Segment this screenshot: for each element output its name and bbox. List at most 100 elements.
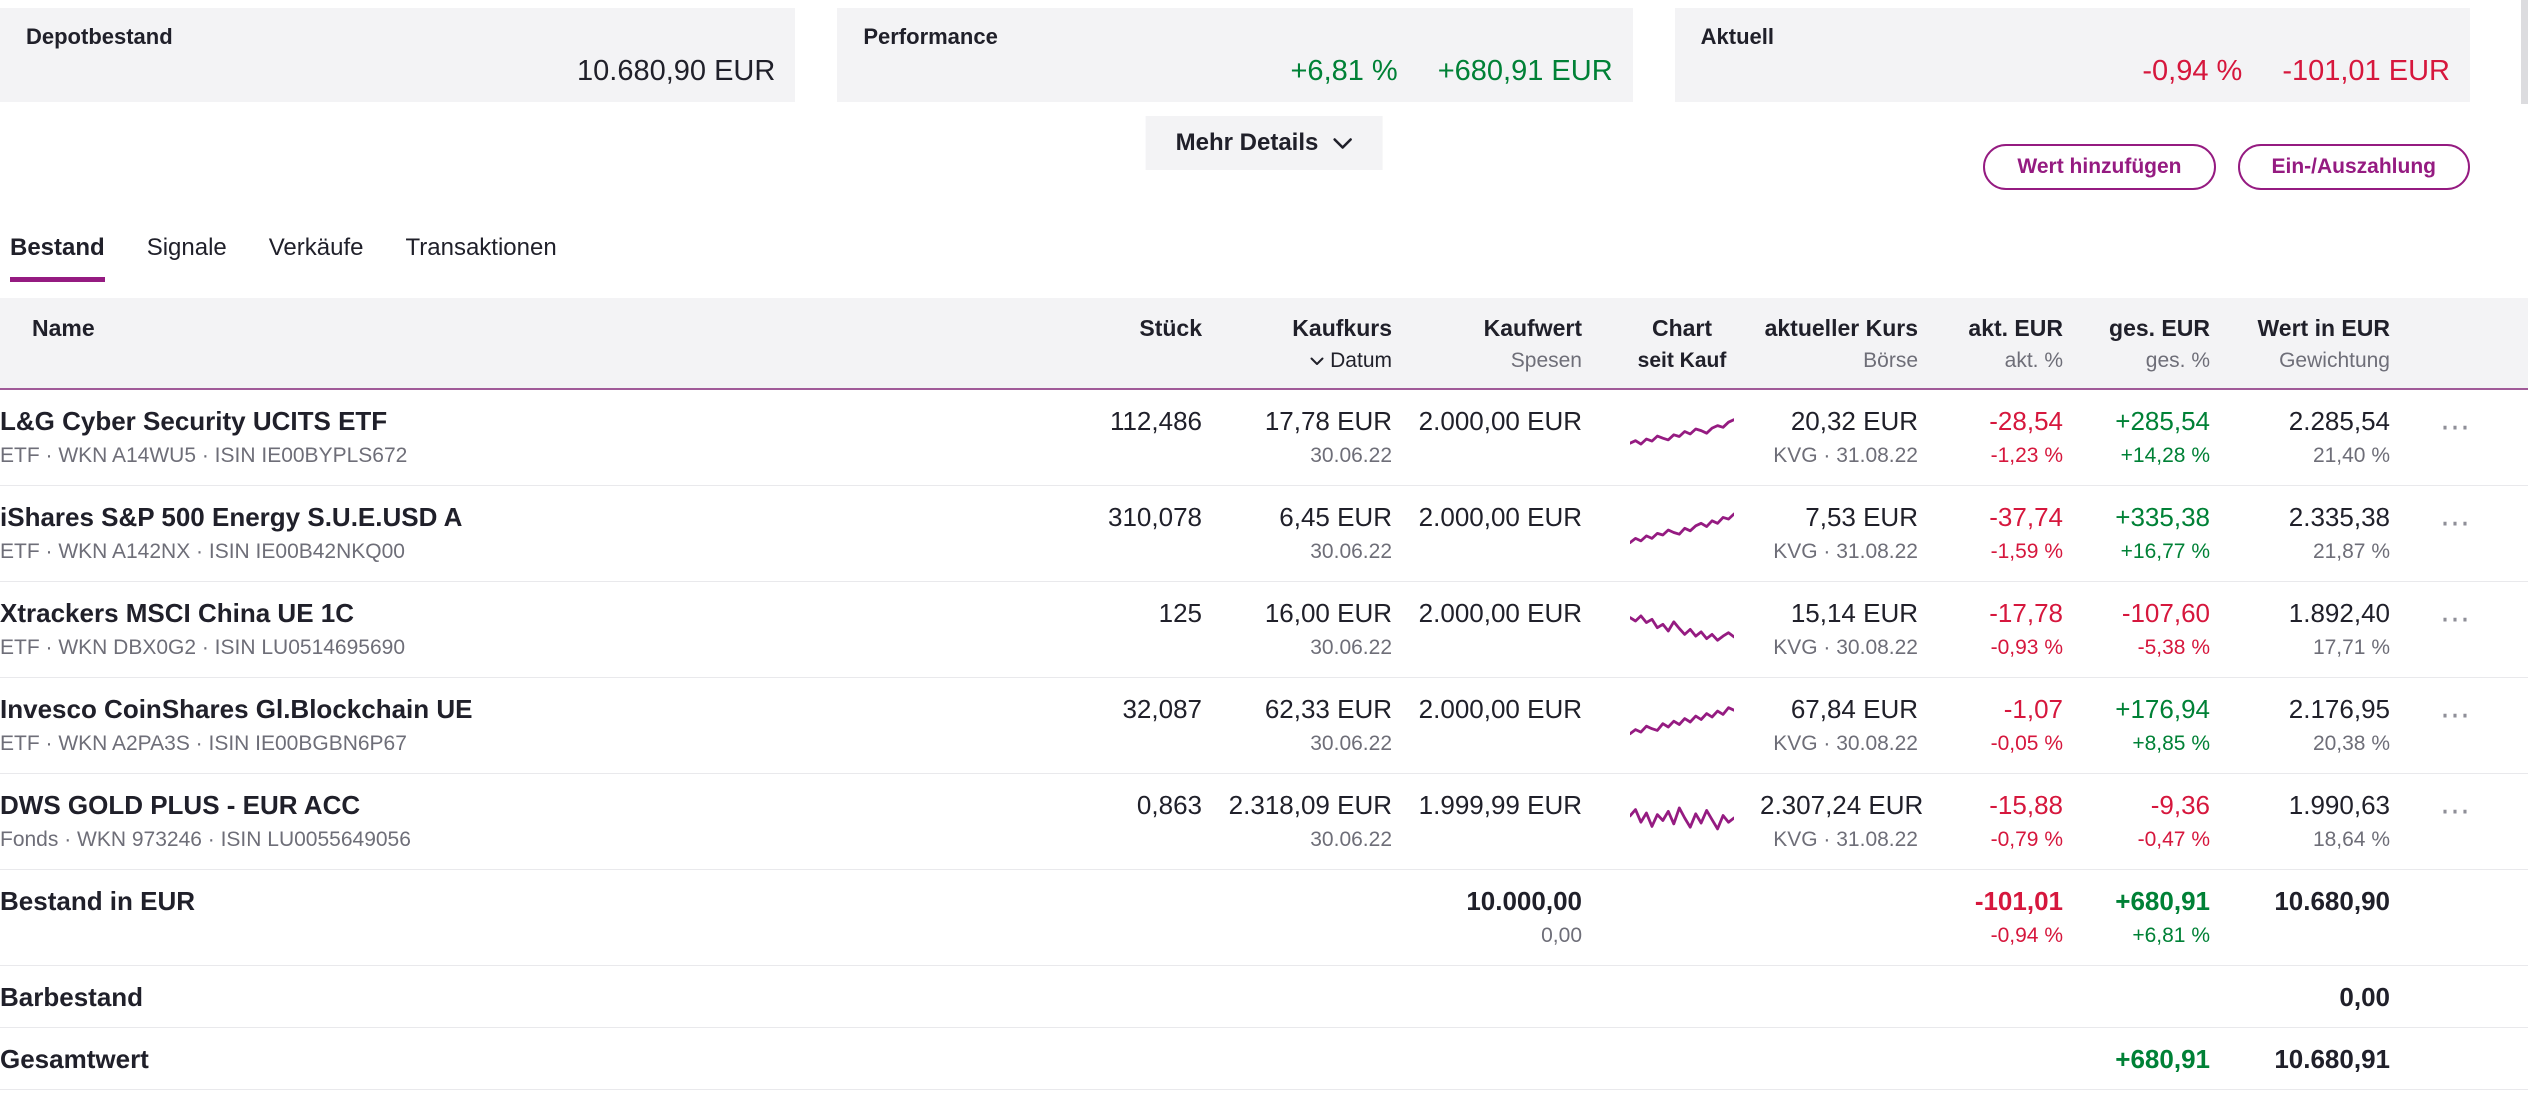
aktuell-amount: -101,01 EUR [2282, 55, 2450, 88]
total-akt-eur-value: -101,01 [1940, 886, 2063, 917]
menu-cell: ⋯ [2412, 502, 2528, 538]
row-menu-icon[interactable]: ⋯ [2440, 610, 2472, 630]
kaufwert-value: 2.000,00 EUR [1414, 502, 1582, 533]
security-name-link[interactable]: DWS GOLD PLUS - EUR ACC [0, 790, 1066, 821]
holdings-table: Name Stück Kaufkurs Datum Kaufwert Spese… [0, 298, 2528, 1090]
aktuell-label: Aktuell [1701, 24, 2450, 50]
wert-cell: 2.285,54 21,40 % [2232, 406, 2412, 468]
depotbestand-label: Depotbestand [26, 24, 775, 50]
tab-verkaeufe[interactable]: Verkäufe [269, 234, 364, 282]
security-meta: Fonds · WKN 973246 · ISIN LU0055649056 [0, 828, 1066, 852]
ges-eur-value: +335,38 [2085, 502, 2210, 533]
akt-eur-value: -15,88 [1940, 790, 2063, 821]
ges-eur-cell: +335,38 +16,77 % [2085, 502, 2232, 564]
kaufkurs-value: 2.318,09 EUR [1224, 790, 1392, 821]
akt-kurs-cell: 15,14 EUR KVG · 30.08.22 [1760, 598, 1940, 660]
ges-pct-value: +14,28 % [2085, 444, 2210, 468]
name-cell: Invesco CoinShares Gl.Blockchain UE ETF … [0, 694, 1074, 756]
table-body: L&G Cyber Security UCITS ETF ETF · WKN A… [0, 390, 2528, 870]
security-meta: ETF · WKN A142NX · ISIN IE00B42NKQ00 [0, 540, 1066, 564]
kaufwert-cell: 1.999,99 EUR [1414, 790, 1604, 821]
summary-cards: Depotbestand 10.680,90 EUR Performance +… [0, 0, 2528, 102]
akt-eur-value: -1,07 [1940, 694, 2063, 725]
security-name-link[interactable]: Xtrackers MSCI China UE 1C [0, 598, 1066, 629]
barbestand-wert-value: 0,00 [2232, 982, 2390, 1013]
wert-value: 2.176,95 [2232, 694, 2390, 725]
total-akt-pct-value: -0,94 % [1940, 924, 2063, 948]
gewichtung-value: 21,40 % [2232, 444, 2390, 468]
gewichtung-value: 21,87 % [2232, 540, 2390, 564]
akt-pct-value: -1,23 % [1940, 444, 2063, 468]
security-name-link[interactable]: L&G Cyber Security UCITS ETF [0, 406, 1066, 437]
table-row[interactable]: Xtrackers MSCI China UE 1C ETF · WKN DBX… [0, 582, 2528, 678]
akt-kurs-cell: 2.307,24 EUR KVG · 31.08.22 [1760, 790, 1940, 852]
stueck-cell: 32,087 [1074, 694, 1224, 725]
wert-cell: 2.335,38 21,87 % [2232, 502, 2412, 564]
chart-cell [1604, 790, 1760, 845]
name-cell: DWS GOLD PLUS - EUR ACC Fonds · WKN 9732… [0, 790, 1074, 852]
scrollbar[interactable] [2521, 0, 2528, 104]
security-meta: ETF · WKN A14WU5 · ISIN IE00BYPLS672 [0, 444, 1066, 468]
stueck-value: 0,863 [1074, 790, 1202, 821]
tab-transaktionen[interactable]: Transaktionen [405, 234, 556, 282]
add-value-button[interactable]: Wert hinzufügen [1983, 144, 2215, 190]
kaufdatum-value: 30.06.22 [1224, 636, 1392, 660]
gesamtwert-ges-eur-cell: +680,91 [2085, 1044, 2232, 1075]
table-row[interactable]: L&G Cyber Security UCITS ETF ETF · WKN A… [0, 390, 2528, 486]
ges-pct-value: +16,77 % [2085, 540, 2210, 564]
boerse-value: KVG · 30.08.22 [1760, 636, 1918, 660]
name-cell: iShares S&P 500 Energy S.U.E.USD A ETF ·… [0, 502, 1074, 564]
akt-pct-value: -0,93 % [1940, 636, 2063, 660]
deposit-withdraw-button[interactable]: Ein-/Auszahlung [2238, 144, 2471, 190]
security-name-link[interactable]: Invesco CoinShares Gl.Blockchain UE [0, 694, 1066, 725]
ges-eur-cell: -107,60 -5,38 % [2085, 598, 2232, 660]
akt-kurs-cell: 67,84 EUR KVG · 30.08.22 [1760, 694, 1940, 756]
row-menu-icon[interactable]: ⋯ [2440, 706, 2472, 726]
column-header-ges-eur: ges. EUR ges. % [2085, 315, 2232, 373]
table-row[interactable]: DWS GOLD PLUS - EUR ACC Fonds · WKN 9732… [0, 774, 2528, 870]
chart-cell [1604, 598, 1760, 653]
stueck-value: 32,087 [1074, 694, 1202, 725]
ges-eur-value: -107,60 [2085, 598, 2210, 629]
sparkline-chart-icon [1630, 602, 1734, 648]
stueck-value: 310,078 [1074, 502, 1202, 533]
ges-eur-cell: +176,94 +8,85 % [2085, 694, 2232, 756]
gesamtwert-wert-value: 10.680,91 [2232, 1044, 2390, 1075]
table-row[interactable]: Invesco CoinShares Gl.Blockchain UE ETF … [0, 678, 2528, 774]
kaufwert-value: 1.999,99 EUR [1414, 790, 1582, 821]
performance-percent: +6,81 % [1291, 55, 1398, 88]
total-ges-eur-cell: +680,91 +6,81 % [2085, 886, 2232, 948]
kaufdatum-value: 30.06.22 [1224, 732, 1392, 756]
tab-signale[interactable]: Signale [147, 234, 227, 282]
action-buttons: Wert hinzufügen Ein-/Auszahlung [1983, 144, 2470, 190]
sort-chevron-down-icon [1310, 357, 1324, 366]
akt-kurs-value: 20,32 EUR [1760, 406, 1918, 437]
kaufkurs-value: 17,78 EUR [1224, 406, 1392, 437]
column-header-wert: Wert in EUR Gewichtung [2232, 315, 2412, 373]
kaufdatum-value: 30.06.22 [1224, 444, 1392, 468]
row-menu-icon[interactable]: ⋯ [2440, 802, 2472, 822]
chevron-down-icon [1332, 137, 1352, 150]
akt-pct-value: -0,79 % [1940, 828, 2063, 852]
total-bestand-label-cell: Bestand in EUR [0, 886, 1074, 917]
akt-eur-cell: -1,07 -0,05 % [1940, 694, 2085, 756]
more-details-button[interactable]: Mehr Details [1146, 116, 1383, 170]
kaufwert-cell: 2.000,00 EUR [1414, 406, 1604, 437]
table-row[interactable]: iShares S&P 500 Energy S.U.E.USD A ETF ·… [0, 486, 2528, 582]
sparkline-chart-icon [1630, 410, 1734, 456]
stueck-value: 125 [1074, 598, 1202, 629]
ges-eur-cell: -9,36 -0,47 % [2085, 790, 2232, 852]
security-name-link[interactable]: iShares S&P 500 Energy S.U.E.USD A [0, 502, 1066, 533]
row-menu-icon[interactable]: ⋯ [2440, 514, 2472, 534]
row-menu-icon[interactable]: ⋯ [2440, 418, 2472, 438]
kaufwert-value: 2.000,00 EUR [1414, 598, 1582, 629]
column-header-kaufkurs[interactable]: Kaufkurs Datum [1224, 315, 1414, 373]
performance-amount: +680,91 EUR [1438, 55, 1613, 88]
total-spesen-value: 0,00 [1414, 924, 1582, 948]
tab-bestand[interactable]: Bestand [10, 234, 105, 282]
kaufwert-cell: 2.000,00 EUR [1414, 694, 1604, 725]
stueck-cell: 125 [1074, 598, 1224, 629]
name-cell: L&G Cyber Security UCITS ETF ETF · WKN A… [0, 406, 1074, 468]
wert-cell: 2.176,95 20,38 % [2232, 694, 2412, 756]
akt-eur-value: -37,74 [1940, 502, 2063, 533]
